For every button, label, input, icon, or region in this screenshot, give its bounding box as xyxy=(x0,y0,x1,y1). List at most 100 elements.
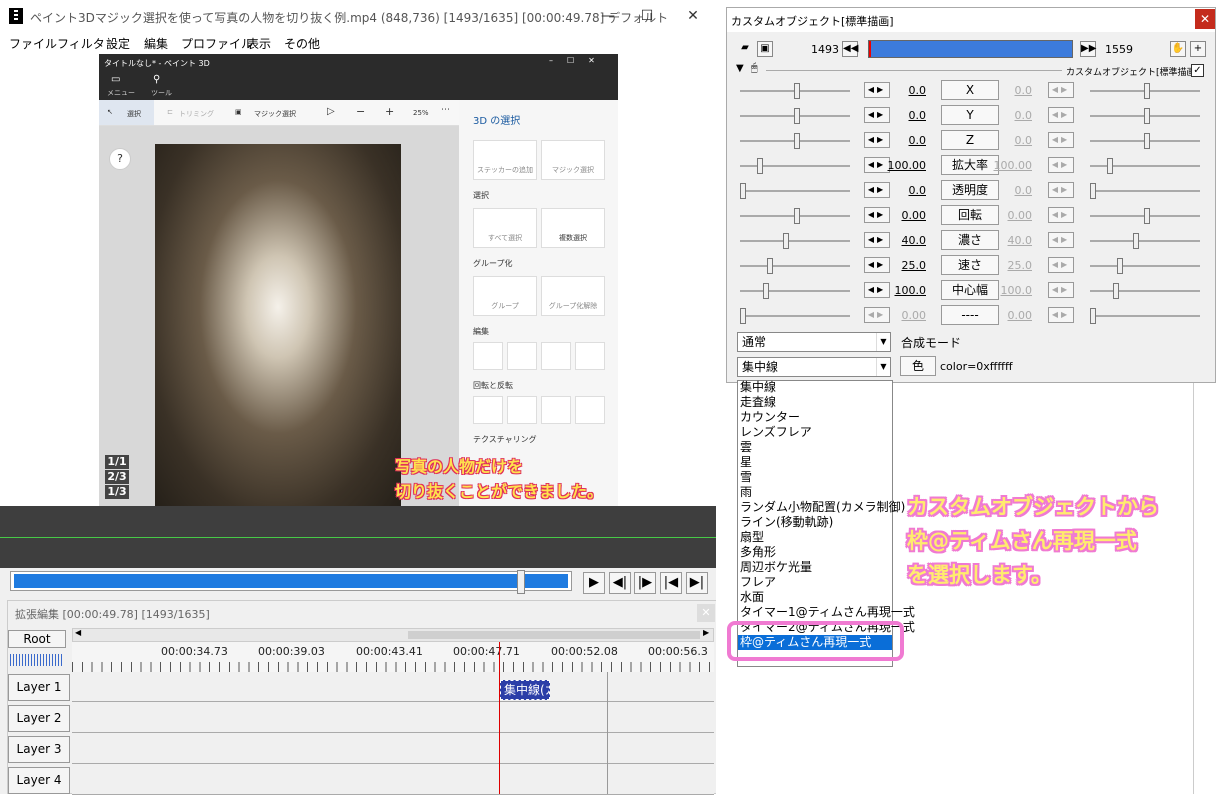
minimize-button[interactable]: — xyxy=(593,6,623,26)
maximize-button[interactable]: ☐ xyxy=(632,6,662,26)
object-type-select[interactable]: 集中線 ▼ xyxy=(737,357,891,377)
list-item[interactable]: 周辺ボケ光量 xyxy=(740,560,812,575)
param-right-value[interactable]: 100.0 xyxy=(990,284,1033,297)
right-slider-thumb[interactable] xyxy=(1090,183,1096,199)
param-left-value[interactable]: 0.00 xyxy=(884,209,927,222)
param-right-value[interactable]: 100.00 xyxy=(990,159,1033,172)
color-button[interactable]: 色 xyxy=(900,356,936,376)
list-item[interactable]: 走査線 xyxy=(740,395,776,410)
left-slider-thumb[interactable] xyxy=(740,308,746,324)
blend-mode-select[interactable]: 通常 ▼ xyxy=(737,332,891,352)
layer-track-4[interactable] xyxy=(72,765,714,795)
param-left-value[interactable]: 0.0 xyxy=(884,84,927,97)
list-item[interactable]: 星 xyxy=(740,455,752,470)
right-slider-thumb[interactable] xyxy=(1113,283,1119,299)
layer-track-2[interactable] xyxy=(72,703,714,733)
menu-filter[interactable]: フィルタ xyxy=(57,35,105,52)
list-item[interactable]: 集中線 xyxy=(740,380,776,395)
list-item[interactable]: 雪 xyxy=(740,470,752,485)
right-slider-track[interactable] xyxy=(1090,315,1200,317)
next-frame-icon[interactable]: |▶ xyxy=(634,572,656,594)
right-arrows-icon[interactable]: ◀▶ xyxy=(1048,132,1074,148)
right-slider-thumb[interactable] xyxy=(1144,208,1150,224)
right-arrows-icon[interactable]: ◀▶ xyxy=(1048,207,1074,223)
param-left-value[interactable]: 0.0 xyxy=(884,134,927,147)
menu-file[interactable]: ファイル xyxy=(9,35,57,52)
right-slider-thumb[interactable] xyxy=(1117,258,1123,274)
collapse-icon[interactable]: ▼ xyxy=(736,63,744,74)
right-slider-thumb[interactable] xyxy=(1133,233,1139,249)
list-item[interactable]: ランダム小物配置(カメラ制御) xyxy=(740,500,905,515)
param-left-value[interactable]: 0.0 xyxy=(884,184,927,197)
list-item[interactable]: タイマー1@ティムさん再現一式 xyxy=(740,605,915,620)
param-left-value[interactable]: 100.0 xyxy=(884,284,927,297)
layer-track-3[interactable] xyxy=(72,734,714,764)
timeline-clip[interactable]: 集中線(カ xyxy=(500,680,550,700)
menu-settings[interactable]: 設定 xyxy=(106,35,130,52)
left-slider-track[interactable] xyxy=(740,265,850,267)
right-arrows-icon[interactable]: ◀▶ xyxy=(1048,257,1074,273)
scroll-left-icon[interactable]: ◀ xyxy=(75,628,81,637)
param-left-value[interactable]: 100.00 xyxy=(884,159,927,172)
right-slider-track[interactable] xyxy=(1090,265,1200,267)
param-right-value[interactable]: 0.0 xyxy=(990,84,1033,97)
rewind-icon[interactable]: ◀◀ xyxy=(842,41,858,57)
play-icon[interactable]: ▶ xyxy=(583,572,605,594)
layer-track-1[interactable] xyxy=(72,672,714,702)
list-item[interactable]: 扇型 xyxy=(740,530,764,545)
settings-icon[interactable]: ▣ xyxy=(757,41,773,57)
camera-icon[interactable]: ▰ xyxy=(737,41,753,57)
param-right-value[interactable]: 0.0 xyxy=(990,109,1033,122)
right-arrows-icon[interactable]: ◀▶ xyxy=(1048,232,1074,248)
timeline-scrollbar[interactable]: ◀ ▶ xyxy=(72,628,714,642)
right-slider-track[interactable] xyxy=(1090,190,1200,192)
left-slider-thumb[interactable] xyxy=(783,233,789,249)
right-arrows-icon[interactable]: ◀▶ xyxy=(1048,182,1074,198)
left-slider-thumb[interactable] xyxy=(794,108,800,124)
layer-label-4[interactable]: Layer 4 xyxy=(8,767,70,794)
right-slider-thumb[interactable] xyxy=(1144,108,1150,124)
param-right-value[interactable]: 40.0 xyxy=(990,234,1033,247)
timeline-close-icon[interactable]: ✕ xyxy=(697,604,715,622)
menu-edit[interactable]: 編集 xyxy=(144,35,168,52)
list-item[interactable]: ライン(移動軌跡) xyxy=(740,515,833,530)
fast-forward-icon[interactable]: ▶▶ xyxy=(1080,41,1096,57)
param-right-value[interactable]: 0.00 xyxy=(990,209,1033,222)
go-end-icon[interactable]: ▶| xyxy=(686,572,708,594)
left-slider-thumb[interactable] xyxy=(794,83,800,99)
prev-frame-icon[interactable]: ◀| xyxy=(609,572,631,594)
right-slider-track[interactable] xyxy=(1090,240,1200,242)
layer-label-2[interactable]: Layer 2 xyxy=(8,705,70,732)
menu-view[interactable]: 表示 xyxy=(247,35,271,52)
scroll-right-icon[interactable]: ▶ xyxy=(703,628,709,637)
param-left-value[interactable]: 40.0 xyxy=(884,234,927,247)
custom-object-close-icon[interactable]: ✕ xyxy=(1195,9,1215,29)
param-right-value[interactable]: 0.0 xyxy=(990,134,1033,147)
hand-icon[interactable]: ✋ xyxy=(1170,41,1186,57)
param-left-value[interactable]: 0.0 xyxy=(884,109,927,122)
close-button[interactable]: ✕ xyxy=(678,6,708,26)
list-item[interactable]: 雨 xyxy=(740,485,752,500)
list-item[interactable]: 多角形 xyxy=(740,545,776,560)
go-start-icon[interactable]: |◀ xyxy=(660,572,682,594)
left-slider-track[interactable] xyxy=(740,190,850,192)
left-slider-track[interactable] xyxy=(740,315,850,317)
left-slider-track[interactable] xyxy=(740,290,850,292)
seek-thumb[interactable] xyxy=(517,570,525,594)
left-slider-thumb[interactable] xyxy=(794,133,800,149)
list-item[interactable]: カウンター xyxy=(740,410,800,425)
right-arrows-icon[interactable]: ◀▶ xyxy=(1048,282,1074,298)
right-arrows-icon[interactable]: ◀▶ xyxy=(1048,107,1074,123)
right-slider-thumb[interactable] xyxy=(1090,308,1096,324)
left-slider-thumb[interactable] xyxy=(794,208,800,224)
layer-label-1[interactable]: Layer 1 xyxy=(8,674,70,701)
playhead[interactable] xyxy=(499,642,500,794)
param-right-value[interactable]: 0.0 xyxy=(990,184,1033,197)
param-left-value[interactable]: 0.00 xyxy=(884,309,927,322)
root-button[interactable]: Root xyxy=(8,630,66,648)
param-right-value[interactable]: 25.0 xyxy=(990,259,1033,272)
list-item[interactable]: 水面 xyxy=(740,590,764,605)
param-left-value[interactable]: 25.0 xyxy=(884,259,927,272)
param-right-value[interactable]: 0.00 xyxy=(990,309,1033,322)
list-item[interactable]: レンズフレア xyxy=(740,425,812,440)
